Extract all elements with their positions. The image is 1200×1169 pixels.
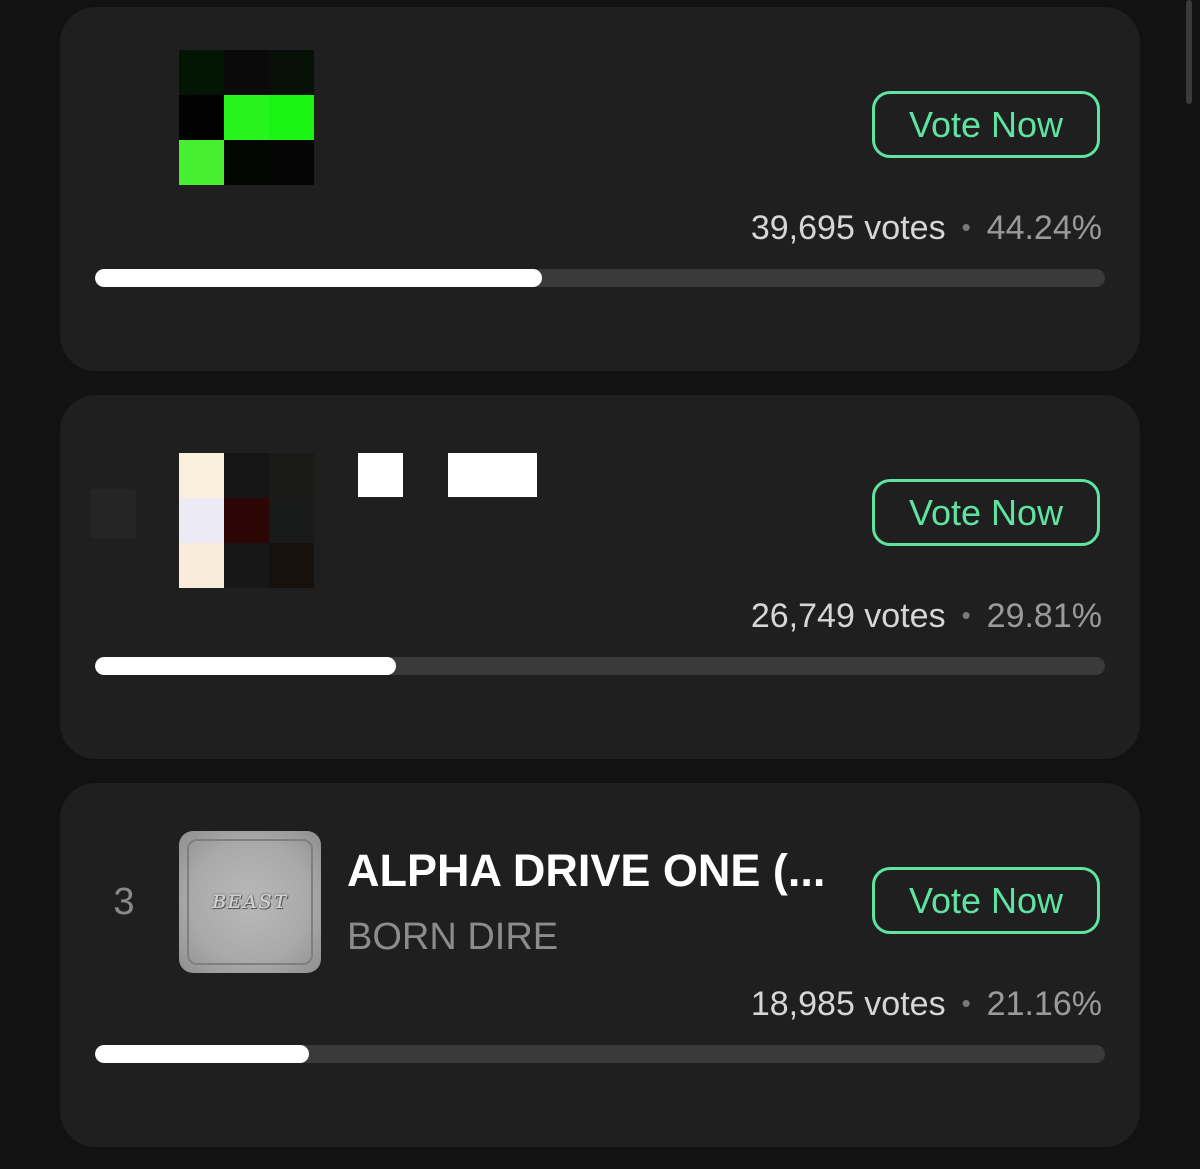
candidate-card-2: Vote Now 26,749 votes • 29.81% — [60, 395, 1140, 759]
vote-count: 39,695 votes — [750, 209, 946, 247]
separator-dot: • — [961, 600, 971, 630]
vote-percent: 44.24% — [986, 209, 1102, 247]
candidate-card-1: Vote Now 39,695 votes • 44.24% — [60, 7, 1140, 371]
art-cell — [269, 140, 314, 185]
album-art: ʙᴇᴀsᴛ — [179, 831, 321, 973]
vote-now-button[interactable]: Vote Now — [872, 479, 1100, 546]
vote-ranking-page: Vote Now 39,695 votes • 44.24% Vote Now 26… — [0, 0, 1200, 1169]
art-cell — [179, 498, 224, 543]
redaction-block — [448, 453, 537, 497]
vote-stats: 26,749 votes • 29.81% — [751, 593, 1102, 638]
art-cell — [269, 453, 314, 498]
art-cell — [224, 453, 269, 498]
vote-count: 18,985 votes — [750, 985, 946, 1023]
art-cell — [224, 95, 269, 140]
progress-track — [95, 269, 1105, 287]
redaction-block — [358, 453, 403, 497]
art-cell — [179, 453, 224, 498]
art-cell — [179, 543, 224, 588]
art-cell — [179, 140, 224, 185]
vote-count: 26,749 votes — [750, 597, 946, 635]
vote-percent: 29.81% — [986, 597, 1102, 635]
art-cell — [224, 50, 269, 95]
progress-fill — [95, 657, 397, 675]
album-art-logo: ʙᴇᴀsᴛ — [211, 885, 289, 915]
art-cell — [224, 543, 269, 588]
artist-name: BORN DIRE — [347, 916, 559, 958]
candidate-card-3: 3 ʙᴇᴀsᴛ ALPHA DRIVE ONE (... BORN DIRE V… — [60, 783, 1140, 1147]
art-cell — [224, 140, 269, 185]
art-cell — [269, 95, 314, 140]
art-cell — [269, 50, 314, 95]
rank-number: 3 — [113, 881, 135, 923]
vote-percent: 21.16% — [986, 985, 1102, 1023]
vote-now-button[interactable]: Vote Now — [872, 867, 1100, 934]
art-cell — [269, 498, 314, 543]
album-art-pixelated — [179, 50, 314, 185]
song-title: ALPHA DRIVE ONE (... — [347, 845, 826, 896]
vote-now-button[interactable]: Vote Now — [872, 91, 1100, 158]
separator-dot: • — [961, 212, 971, 242]
album-art-pixelated — [179, 453, 314, 588]
progress-fill — [95, 1045, 309, 1063]
vote-stats: 18,985 votes • 21.16% — [751, 981, 1102, 1026]
rank-number — [90, 489, 136, 539]
progress-track — [95, 1045, 1105, 1063]
scrollbar[interactable] — [1186, 0, 1192, 104]
progress-track — [95, 657, 1105, 675]
art-cell — [179, 50, 224, 95]
separator-dot: • — [961, 988, 971, 1018]
vote-stats: 39,695 votes • 44.24% — [751, 205, 1102, 250]
art-cell — [224, 498, 269, 543]
rank-number — [94, 101, 154, 151]
art-cell — [179, 95, 224, 140]
art-cell — [269, 543, 314, 588]
progress-fill — [95, 269, 542, 287]
